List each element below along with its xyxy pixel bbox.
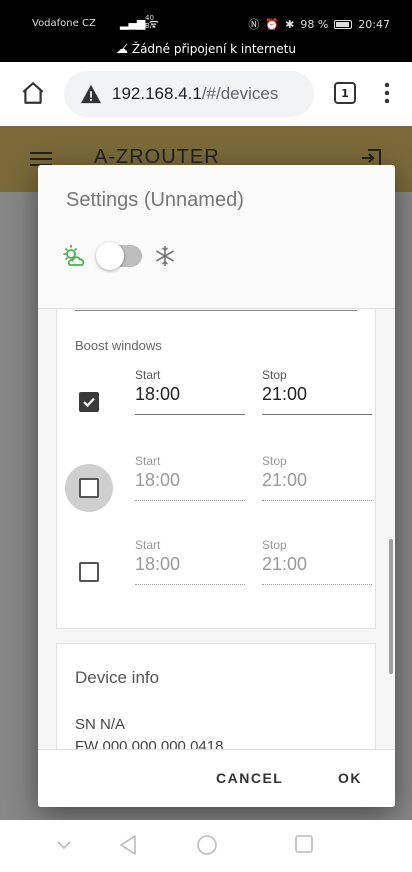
boost-window-1-stop[interactable]: Stop 21:00 bbox=[262, 364, 372, 420]
stop-value: 21:00 bbox=[262, 470, 308, 490]
alarm-icon: ⏰ bbox=[265, 17, 280, 31]
battery-icon bbox=[334, 19, 353, 29]
serial-number: SN N/A bbox=[75, 716, 126, 733]
clock: 20:47 bbox=[358, 17, 390, 31]
boost-window-3: Start 18:00 Stop 21:00 bbox=[57, 534, 377, 594]
url-path: /#/devices bbox=[201, 84, 279, 103]
device-info-title: Device info bbox=[75, 668, 160, 687]
url-text: 192.168.4.1/#/devices bbox=[112, 84, 278, 104]
boost-window-3-checkbox[interactable] bbox=[79, 562, 99, 582]
stop-label: Stop bbox=[262, 538, 287, 552]
field-underline bbox=[75, 310, 357, 311]
dialog-scrollbar[interactable] bbox=[389, 539, 393, 674]
dialog-body: Boost windows Start 18:00 Stop 21:00 Sta… bbox=[38, 309, 395, 749]
stop-label: Stop bbox=[262, 368, 287, 382]
field-underline bbox=[262, 500, 372, 501]
status-bar: Vodafone CZ ▂▄▆ ᯤ 40 B/s Ⓝ ⏰ ✱ 98 % 20:4… bbox=[0, 0, 412, 62]
system-nav-bar bbox=[0, 820, 412, 872]
recents-icon[interactable] bbox=[294, 834, 314, 854]
net-speed: 40 B/s bbox=[145, 14, 156, 30]
menu-icon[interactable] bbox=[30, 152, 52, 166]
boost-window-2-stop[interactable]: Stop 21:00 bbox=[262, 450, 372, 506]
start-value: 18:00 bbox=[135, 384, 181, 404]
stop-value: 21:00 bbox=[262, 384, 308, 404]
boost-window-1: Start 18:00 Stop 21:00 bbox=[57, 364, 377, 424]
check-icon bbox=[83, 397, 95, 408]
boost-window-2: Start 18:00 Stop 21:00 bbox=[57, 450, 377, 512]
carrier-label: Vodafone CZ bbox=[32, 18, 96, 29]
boost-window-1-checkbox[interactable] bbox=[79, 392, 99, 412]
home-icon[interactable] bbox=[20, 80, 46, 106]
dialog-actions: CANCEL OK bbox=[38, 749, 395, 807]
mode-switch-row bbox=[60, 242, 176, 270]
more-vert-icon[interactable] bbox=[384, 82, 390, 104]
browser-toolbar: 192.168.4.1/#/devices 1 bbox=[0, 62, 412, 126]
field-underline bbox=[262, 584, 372, 585]
field-underline bbox=[135, 414, 245, 415]
start-label: Start bbox=[135, 454, 161, 468]
settings-dialog: Settings (Unnamed) Boost windows Start 1… bbox=[38, 165, 395, 807]
tabs-icon[interactable]: 1 bbox=[334, 82, 356, 104]
url-host: 192.168.4.1 bbox=[112, 84, 202, 103]
boost-window-3-start[interactable]: Start 18:00 bbox=[135, 534, 245, 590]
cancel-button[interactable]: CANCEL bbox=[216, 770, 283, 786]
cloud-off-icon: ☁̸ bbox=[116, 42, 132, 56]
heat-cool-toggle[interactable] bbox=[96, 242, 142, 270]
dialog-title: Settings (Unnamed) bbox=[66, 189, 244, 211]
field-underline bbox=[135, 500, 245, 501]
start-value: 18:00 bbox=[135, 470, 181, 490]
start-label: Start bbox=[135, 368, 161, 382]
device-info-card: Device info SN N/A FW 000.000.000.0418 bbox=[56, 643, 376, 749]
boost-card: Boost windows Start 18:00 Stop 21:00 Sta… bbox=[56, 309, 376, 629]
boost-window-2-checkbox[interactable] bbox=[79, 478, 99, 498]
start-value: 18:00 bbox=[135, 554, 181, 574]
back-icon[interactable] bbox=[118, 834, 138, 856]
warning-icon bbox=[81, 84, 101, 104]
stop-value: 21:00 bbox=[262, 554, 308, 574]
battery-percent: 98 % bbox=[300, 17, 329, 31]
boost-window-3-stop[interactable]: Stop 21:00 bbox=[262, 534, 372, 590]
nfc-icon: Ⓝ bbox=[248, 18, 260, 31]
field-underline bbox=[135, 584, 245, 585]
boost-window-1-start[interactable]: Start 18:00 bbox=[135, 364, 245, 420]
bluetooth-icon: ✱ bbox=[285, 17, 295, 31]
boost-windows-label: Boost windows bbox=[75, 338, 162, 353]
start-label: Start bbox=[135, 538, 161, 552]
snowflake-icon bbox=[155, 246, 175, 266]
offline-notice: ☁̸ Žádné připojení k internetu bbox=[0, 42, 412, 56]
stop-label: Stop bbox=[262, 454, 287, 468]
ok-button[interactable]: OK bbox=[338, 770, 362, 786]
boost-window-2-start[interactable]: Start 18:00 bbox=[135, 450, 245, 506]
offline-text: Žádné připojení k internetu bbox=[131, 42, 296, 56]
firmware-version: FW 000.000.000.0418 bbox=[75, 738, 224, 749]
field-underline bbox=[262, 414, 372, 415]
hide-keyboard-icon[interactable] bbox=[56, 840, 72, 850]
sun-cloud-icon bbox=[63, 245, 85, 266]
home-circle-icon[interactable] bbox=[196, 834, 218, 856]
toggle-knob bbox=[96, 242, 124, 270]
dialog-header: Settings (Unnamed) bbox=[38, 165, 395, 309]
url-bar[interactable]: 192.168.4.1/#/devices bbox=[64, 71, 314, 117]
